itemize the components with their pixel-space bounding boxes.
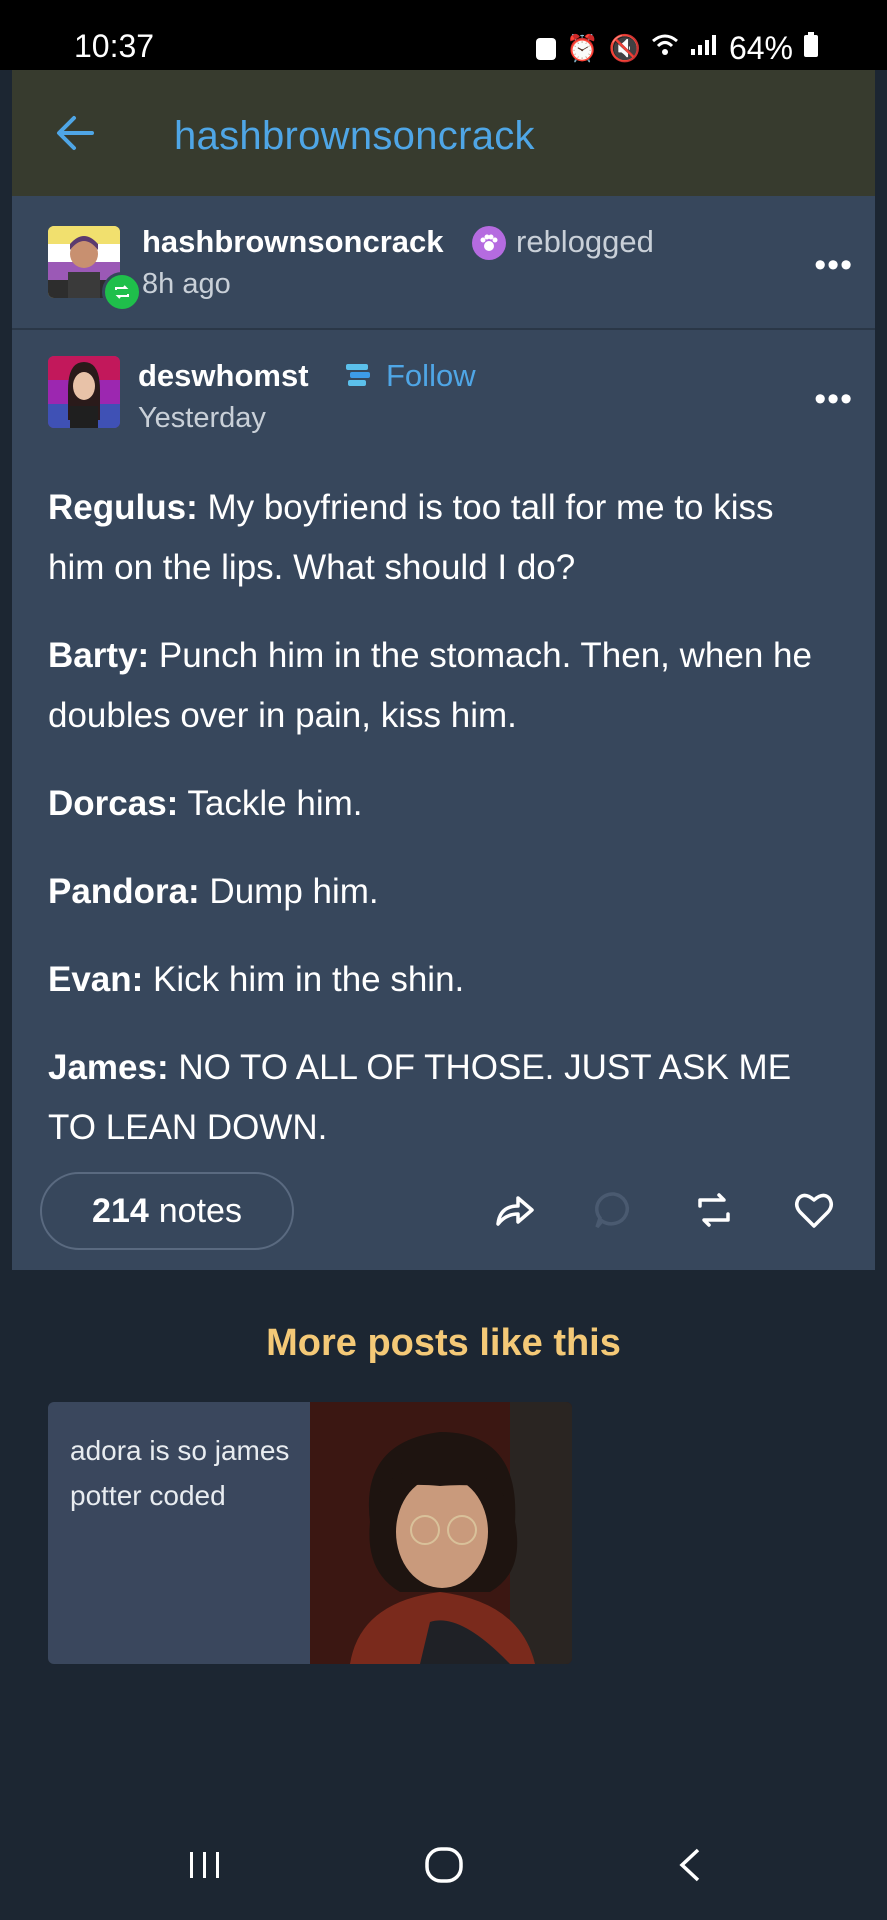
back-nav-icon[interactable] bbox=[676, 1846, 704, 1884]
status-bar: 10:37 ⏰ 🔇 64% bbox=[0, 0, 887, 70]
card-text: adora is so james potter coded bbox=[70, 1435, 290, 1511]
notes-button[interactable]: 214 notes bbox=[40, 1172, 294, 1250]
author-header: deswhomst Follow Yesterday ••• bbox=[12, 330, 875, 440]
recent-apps-icon[interactable] bbox=[186, 1846, 224, 1884]
speaker-name: Dorcas: bbox=[48, 784, 179, 823]
battery-percent: 64% bbox=[728, 30, 793, 66]
speaker-name: Pandora: bbox=[48, 872, 200, 911]
signal-icon bbox=[689, 33, 719, 64]
blog-title[interactable]: hashbrownsoncrack bbox=[174, 114, 535, 159]
home-icon[interactable] bbox=[424, 1846, 464, 1884]
line-text: Dump him. bbox=[199, 872, 379, 911]
battery-icon bbox=[803, 32, 819, 65]
stacked-badge-icon bbox=[346, 364, 370, 386]
system-nav-bar bbox=[0, 1800, 887, 1920]
notification-icon bbox=[536, 37, 557, 60]
line-text: Kick him in the shin. bbox=[143, 960, 465, 999]
reblog-time: 8h ago bbox=[142, 268, 231, 300]
reblog-icon[interactable] bbox=[692, 1188, 736, 1232]
status-time: 10:37 bbox=[74, 28, 155, 64]
reblogger-username[interactable]: hashbrownsoncrack bbox=[142, 224, 443, 260]
post-time: Yesterday bbox=[138, 402, 266, 434]
status-icons: ⏰ 🔇 64% bbox=[536, 30, 819, 67]
post-line: Barty: Punch him in the stomach. Then, w… bbox=[48, 626, 838, 746]
heart-icon[interactable] bbox=[792, 1188, 836, 1232]
more-options-icon[interactable]: ••• bbox=[814, 246, 853, 285]
speaker-name: Barty: bbox=[48, 636, 150, 675]
reply-icon[interactable] bbox=[592, 1188, 636, 1232]
post-line: Evan: Kick him in the shin. bbox=[48, 950, 838, 1010]
app-header: hashbrownsoncrack bbox=[12, 70, 875, 196]
post-line: Regulus: My boyfriend is too tall for me… bbox=[48, 478, 838, 598]
follow-button[interactable]: Follow bbox=[386, 358, 476, 394]
author-avatar[interactable] bbox=[48, 356, 120, 428]
card-text-panel: adora is so james potter coded bbox=[48, 1402, 310, 1664]
reblog-action: reblogged bbox=[516, 224, 654, 259]
more-options-icon[interactable]: ••• bbox=[814, 380, 853, 419]
wifi-icon bbox=[651, 33, 679, 64]
reblog-header: hashbrownsoncrack reblogged 8h ago ••• bbox=[12, 196, 875, 330]
reblog-badge-icon bbox=[102, 272, 142, 312]
more-posts-heading: More posts like this bbox=[266, 1322, 621, 1364]
card-image bbox=[310, 1402, 572, 1664]
line-text: Tackle him. bbox=[178, 784, 363, 823]
post-line: Pandora: Dump him. bbox=[48, 862, 838, 922]
suggested-post-card[interactable]: adora is so james potter coded bbox=[48, 1402, 572, 1664]
post-line: Dorcas: Tackle him. bbox=[48, 774, 838, 834]
share-icon[interactable] bbox=[492, 1188, 536, 1232]
notes-label: notes bbox=[158, 1191, 242, 1230]
post-card: hashbrownsoncrack reblogged 8h ago ••• d… bbox=[12, 196, 875, 1270]
post-body: Regulus: My boyfriend is too tall for me… bbox=[48, 478, 838, 1186]
alarm-icon: ⏰ bbox=[566, 33, 599, 63]
speaker-name: Regulus: bbox=[48, 488, 198, 527]
speaker-name: Evan: bbox=[48, 960, 144, 999]
speaker-name: James: bbox=[48, 1048, 169, 1087]
notes-count: 214 bbox=[92, 1191, 149, 1230]
author-username[interactable]: deswhomst bbox=[138, 358, 309, 394]
arrow-left-icon[interactable] bbox=[52, 110, 98, 156]
paw-badge-icon bbox=[472, 226, 506, 260]
post-line: James: NO TO ALL OF THOSE. JUST ASK ME T… bbox=[48, 1038, 838, 1158]
mute-icon: 🔇 bbox=[608, 33, 641, 63]
line-text: Punch him in the stomach. Then, when he … bbox=[48, 636, 812, 735]
